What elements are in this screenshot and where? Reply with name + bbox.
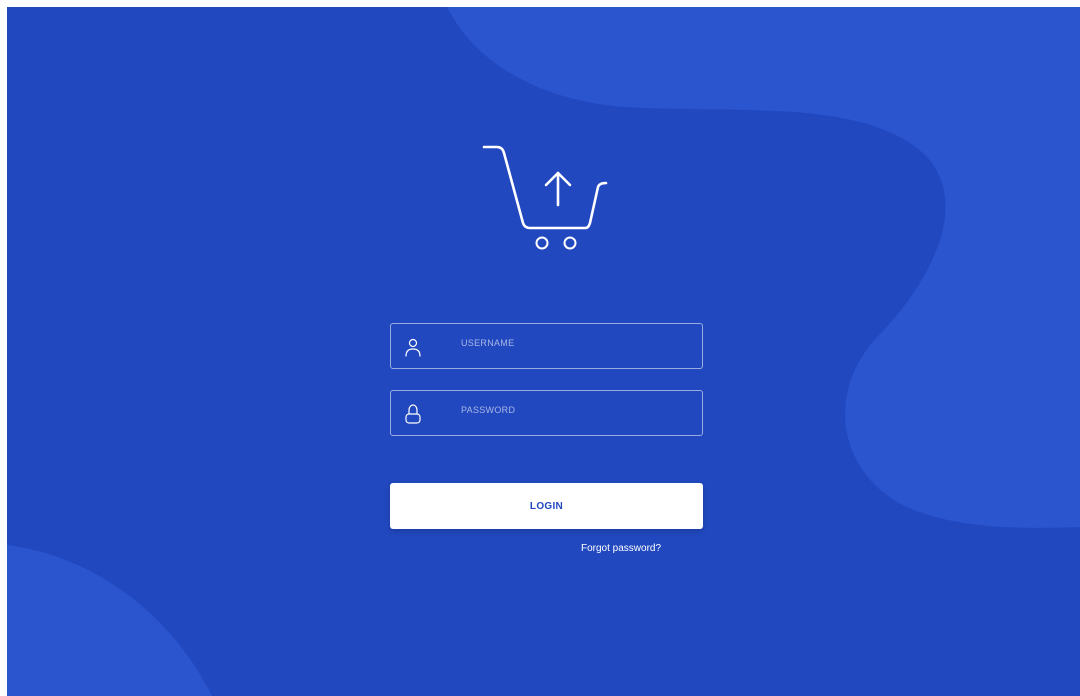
forgot-password-link[interactable]: Forgot password? (581, 543, 661, 554)
login-button[interactable]: LOGIN (390, 483, 703, 529)
username-field[interactable]: USERNAME (390, 323, 703, 369)
login-button-label: LOGIN (529, 500, 564, 512)
lock-icon (405, 404, 421, 424)
username-placeholder: USERNAME (461, 338, 515, 348)
top-right-blob (447, 7, 1080, 528)
login-screen: USERNAME PASSWORD LOGIN Forgot password? (7, 7, 1080, 696)
user-icon (405, 338, 421, 357)
password-placeholder: PASSWORD (461, 405, 516, 415)
password-field[interactable]: PASSWORD (390, 390, 703, 436)
bottom-left-blob (7, 545, 212, 696)
cart-upload-logo-icon (482, 145, 608, 250)
